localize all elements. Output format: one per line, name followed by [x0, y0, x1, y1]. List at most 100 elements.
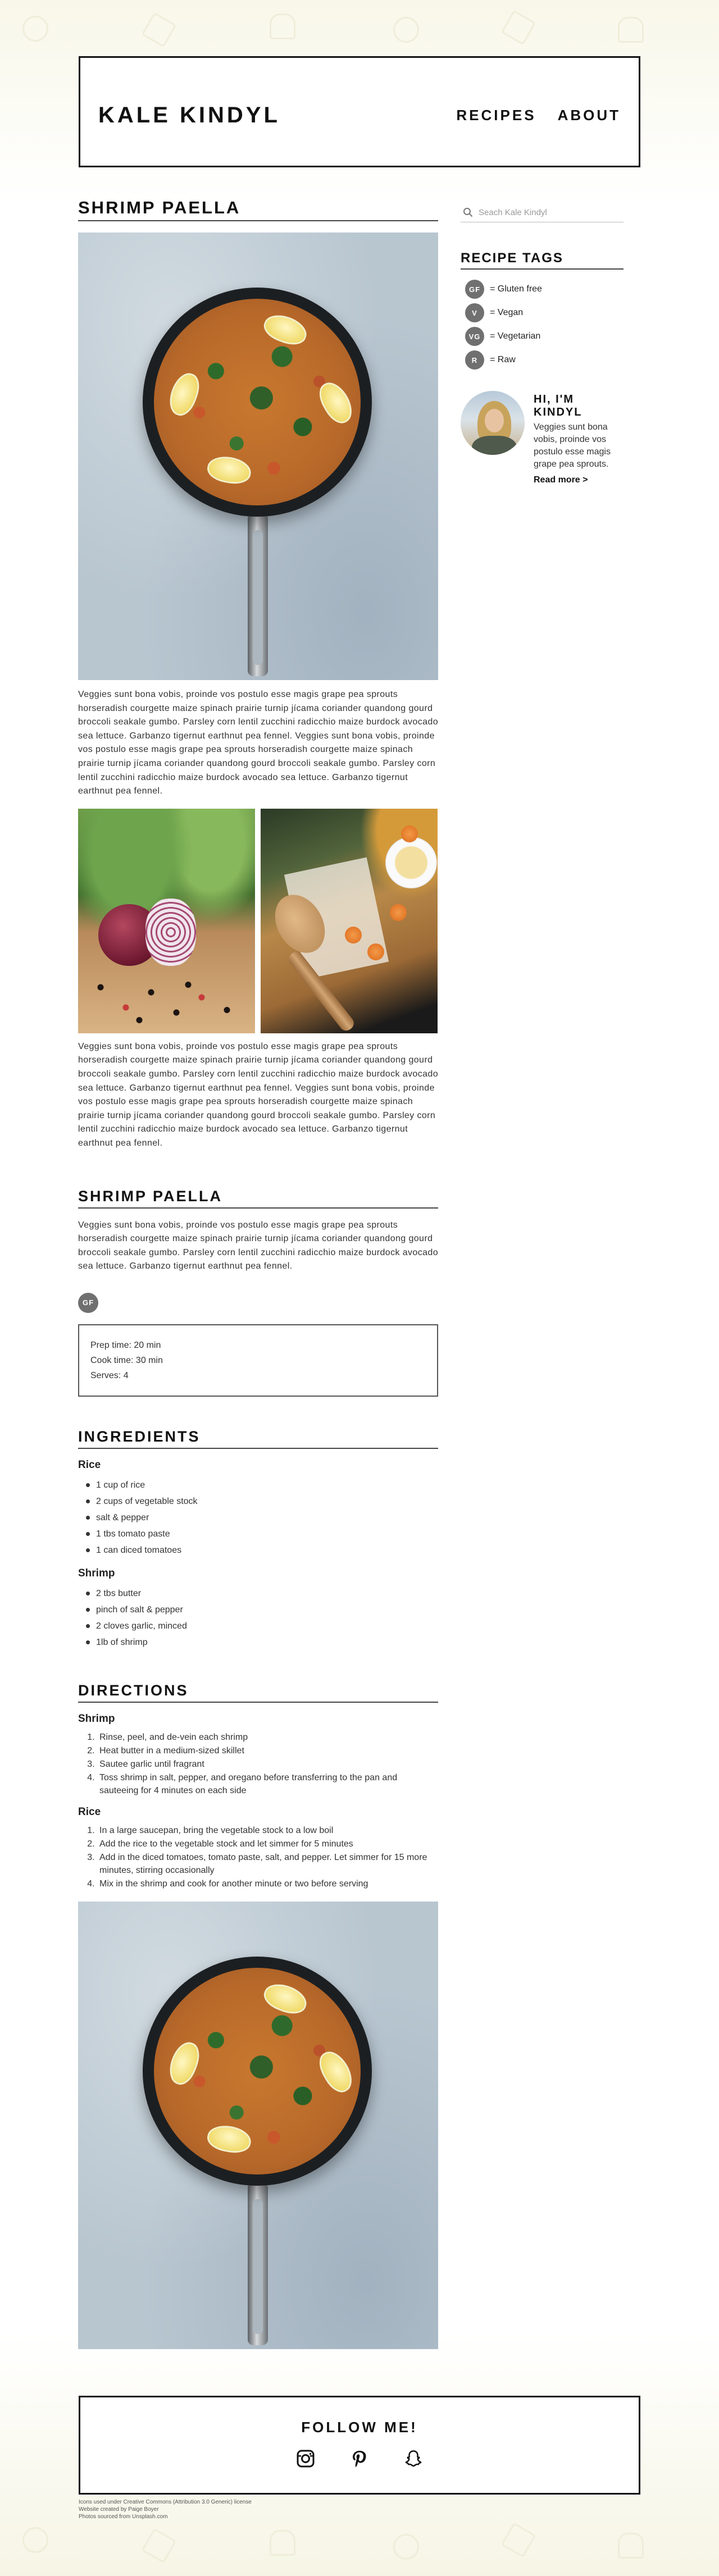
tag-badge: V	[465, 303, 484, 322]
paella-photo	[78, 1901, 438, 2349]
site-logo[interactable]: KALE KINDYL	[98, 103, 280, 128]
credit-line: Icons used under Creative Commons (Attri…	[79, 2499, 252, 2505]
prep-time: Prep time: 20 min	[90, 1340, 161, 1350]
carrot-slice-graphic	[345, 926, 362, 943]
direction-step: Rinse, peel, and de-vein each shrimp	[97, 1731, 438, 1744]
peppercorns-graphic	[84, 977, 252, 1028]
ingredient-item: 1 tbs tomato paste	[86, 1526, 438, 1542]
read-more-link[interactable]: Read more >	[534, 475, 624, 485]
direction-step: In a large saucepan, bring the vegetable…	[97, 1824, 438, 1837]
tag-legend-item[interactable]: VG = Vegetarian	[465, 327, 624, 346]
ingredient-group-title: Shrimp	[78, 1567, 115, 1579]
onion-photo	[78, 808, 255, 1033]
photo-gallery	[78, 808, 438, 1033]
direction-group-title: Rice	[78, 1806, 101, 1818]
social-links	[80, 2449, 639, 2468]
direction-step: Mix in the shrimp and cook for another m…	[97, 1877, 438, 1890]
decorative-food-icon	[500, 10, 536, 45]
carrot-slice-graphic	[401, 825, 418, 842]
decorative-food-icon	[393, 17, 419, 43]
decorative-food-icon	[141, 2528, 177, 2564]
post-paragraph: Veggies sunt bona vobis, proinde vos pos…	[78, 690, 439, 796]
tag-badge: R	[465, 350, 484, 370]
pinterest-icon[interactable]	[350, 2449, 369, 2468]
tag-label: = Gluten free	[490, 284, 542, 294]
decorative-food-icon	[22, 2527, 48, 2553]
pan-handle-graphic	[248, 2182, 268, 2345]
recipe-tags-title: RECIPE TAGS	[461, 250, 624, 270]
site-header: KALE KINDYL RECIPES ABOUT	[79, 56, 640, 167]
ingredient-item: salt & pepper	[86, 1510, 438, 1526]
tag-label: = Vegan	[490, 308, 524, 317]
about-content: HI, I'M KINDYL Veggies sunt bona vobis, …	[534, 391, 624, 485]
decorative-food-icon	[618, 2533, 644, 2559]
credit-line: Website created by Paige Boyer	[79, 2506, 159, 2513]
instagram-icon[interactable]	[296, 2449, 315, 2468]
direction-step: Add in the diced tomatoes, tomato paste,…	[97, 1851, 438, 1877]
tag-badge: GF	[465, 280, 484, 299]
about-text: Veggies sunt bona vobis, proinde vos pos…	[534, 422, 611, 469]
tag-badge-gluten-free[interactable]: GF	[78, 1292, 98, 1313]
recipe-title: SHRIMP PAELLA	[78, 1188, 438, 1209]
post-title: SHRIMP PAELLA	[78, 198, 438, 221]
ingredient-list: 2 tbs butter pinch of salt & pepper 2 cl…	[78, 1585, 438, 1651]
search-icon[interactable]	[463, 207, 473, 217]
ingredient-item: 2 cloves garlic, minced	[86, 1618, 438, 1634]
site-footer: FOLLOW ME!	[79, 2396, 640, 2495]
ingredient-item: 1lb of shrimp	[86, 1634, 438, 1651]
servings: Serves: 4	[90, 1370, 129, 1380]
sidebar: RECIPE TAGS GF = Gluten free V = Vegan V…	[461, 207, 624, 485]
snapchat-icon[interactable]	[404, 2449, 423, 2468]
search-bar	[461, 207, 624, 222]
recipe-intro: Veggies sunt bona vobis, proinde vos pos…	[78, 1220, 439, 1271]
about-title: HI, I'M KINDYL	[534, 393, 583, 418]
direction-step: Heat butter in a medium-sized skillet	[97, 1744, 438, 1757]
paella-photo	[78, 232, 438, 680]
tag-legend-item[interactable]: R = Raw	[465, 350, 624, 370]
post-paragraph: Veggies sunt bona vobis, proinde vos pos…	[78, 1041, 439, 1148]
recipe-timing-box: Prep time: 20 min Cook time: 30 min Serv…	[78, 1324, 438, 1397]
ingredient-item: 1 cup of rice	[86, 1477, 438, 1493]
decorative-food-icon	[270, 13, 295, 39]
decorative-food-icon	[618, 17, 644, 43]
tag-legend-item[interactable]: GF = Gluten free	[465, 280, 624, 299]
search-input[interactable]	[479, 207, 613, 217]
carrot-slice-graphic	[390, 904, 407, 921]
ingredient-group-title: Rice	[78, 1458, 101, 1471]
bowl-graphic	[385, 836, 437, 888]
decorative-food-icon	[270, 2530, 295, 2556]
decorative-food-icon	[141, 12, 177, 48]
decorative-food-icon	[393, 2534, 419, 2560]
ingredients-title: INGREDIENTS	[78, 1428, 438, 1449]
direction-group-title: Shrimp	[78, 1712, 115, 1725]
spoon-photo	[261, 808, 438, 1033]
author-avatar	[461, 391, 525, 455]
direction-list: Rinse, peel, and de-vein each shrimp Hea…	[78, 1731, 438, 1797]
decorative-food-icon	[500, 2522, 536, 2558]
main-nav: RECIPES ABOUT	[456, 107, 621, 124]
follow-title: FOLLOW ME!	[301, 2419, 418, 2436]
about-widget: HI, I'M KINDYL Veggies sunt bona vobis, …	[461, 391, 624, 485]
sliced-onion-graphic	[145, 898, 196, 966]
recipe-tags: GF	[78, 1292, 438, 1313]
nav-recipes-link[interactable]: RECIPES	[456, 107, 536, 124]
tag-legend-item[interactable]: V = Vegan	[465, 303, 624, 322]
avatar-body-graphic	[472, 436, 517, 455]
tag-badge: VG	[465, 327, 484, 346]
carrot-slice-graphic	[367, 943, 384, 960]
nav-about-link[interactable]: ABOUT	[558, 107, 621, 124]
ingredient-item: 1 can diced tomatoes	[86, 1542, 438, 1558]
tag-label: = Vegetarian	[490, 331, 541, 341]
cook-time: Cook time: 30 min	[90, 1355, 163, 1365]
ingredient-item: pinch of salt & pepper	[86, 1602, 438, 1618]
footer-credits: Icons used under Creative Commons (Attri…	[79, 2499, 252, 2520]
main-content: SHRIMP PAELLA Veggies sunt bona vobis, p…	[78, 198, 438, 2349]
avatar-face-graphic	[485, 409, 504, 432]
direction-step: Toss shrimp in salt, pepper, and oregano…	[97, 1771, 438, 1797]
directions-title: DIRECTIONS	[78, 1682, 438, 1703]
ingredient-item: 2 tbs butter	[86, 1585, 438, 1602]
ingredient-item: 2 cups of vegetable stock	[86, 1493, 438, 1510]
direction-step: Sautee garlic until fragrant	[97, 1758, 438, 1771]
direction-step: Add the rice to the vegetable stock and …	[97, 1838, 438, 1850]
ingredient-list: 1 cup of rice 2 cups of vegetable stock …	[78, 1477, 438, 1558]
